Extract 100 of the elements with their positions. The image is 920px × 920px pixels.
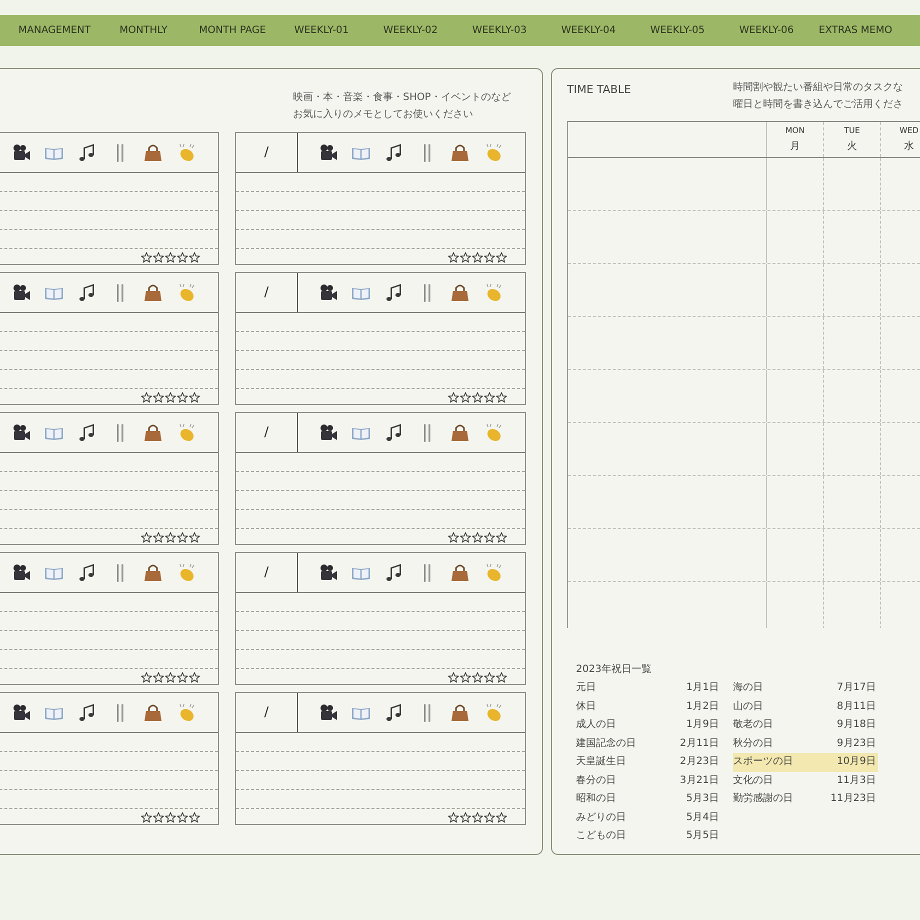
star-icon[interactable] (153, 672, 164, 683)
movie-camera-icon[interactable] (11, 282, 31, 302)
star-icon[interactable] (484, 812, 495, 823)
nav-tab[interactable]: WEEKLY-04 (544, 25, 633, 36)
handbag-icon[interactable] (450, 702, 470, 722)
handbag-icon[interactable] (143, 142, 163, 162)
fork-knife-icon[interactable] (115, 422, 125, 442)
nav-tab[interactable]: WEEKLY-02 (366, 25, 455, 36)
star-icon[interactable] (448, 392, 459, 403)
fork-knife-icon[interactable] (115, 282, 125, 302)
handbag-icon[interactable] (143, 282, 163, 302)
star-icon[interactable] (177, 532, 188, 543)
nav-tab[interactable]: EXTRAS MEMO (811, 25, 900, 36)
movie-camera-icon[interactable] (318, 282, 338, 302)
star-icon[interactable] (460, 812, 471, 823)
star-icon[interactable] (484, 252, 495, 263)
star-icon[interactable] (177, 392, 188, 403)
star-icon[interactable] (141, 672, 152, 683)
star-icon[interactable] (448, 532, 459, 543)
date-field[interactable]: / (236, 413, 298, 452)
music-notes-icon[interactable] (384, 562, 404, 582)
star-icon[interactable] (141, 812, 152, 823)
nav-tab[interactable]: MANAGEMENT (10, 25, 99, 36)
handbag-icon[interactable] (450, 282, 470, 302)
star-icon[interactable] (141, 532, 152, 543)
fork-knife-icon[interactable] (115, 562, 125, 582)
date-field[interactable]: / (236, 693, 298, 732)
movie-camera-icon[interactable] (318, 702, 338, 722)
date-field[interactable]: / (236, 553, 298, 592)
star-icon[interactable] (177, 672, 188, 683)
handbag-icon[interactable] (450, 422, 470, 442)
fork-knife-icon[interactable] (115, 142, 125, 162)
handbag-icon[interactable] (143, 422, 163, 442)
nav-tab[interactable]: WEEKLY-01 (277, 25, 366, 36)
star-icon[interactable] (472, 672, 483, 683)
star-icon[interactable] (460, 392, 471, 403)
star-icon[interactable] (165, 672, 176, 683)
movie-camera-icon[interactable] (318, 422, 338, 442)
music-notes-icon[interactable] (384, 422, 404, 442)
star-icon[interactable] (153, 392, 164, 403)
fork-knife-icon[interactable] (422, 142, 432, 162)
star-icon[interactable] (165, 532, 176, 543)
star-icon[interactable] (141, 252, 152, 263)
star-icon[interactable] (189, 672, 200, 683)
nav-tab[interactable]: WEEKLY-06 (722, 25, 811, 36)
star-icon[interactable] (472, 392, 483, 403)
star-icon[interactable] (496, 392, 507, 403)
music-notes-icon[interactable] (384, 142, 404, 162)
handbag-icon[interactable] (143, 702, 163, 722)
music-notes-icon[interactable] (77, 282, 97, 302)
star-icon[interactable] (177, 812, 188, 823)
star-icon[interactable] (484, 672, 495, 683)
nav-tab[interactable]: MONTH PAGE (188, 25, 277, 36)
movie-camera-icon[interactable] (318, 562, 338, 582)
music-notes-icon[interactable] (77, 562, 97, 582)
star-icon[interactable] (472, 532, 483, 543)
star-icon[interactable] (484, 392, 495, 403)
star-icon[interactable] (448, 672, 459, 683)
music-notes-icon[interactable] (384, 282, 404, 302)
star-icon[interactable] (165, 392, 176, 403)
star-icon[interactable] (496, 532, 507, 543)
fork-knife-icon[interactable] (115, 702, 125, 722)
star-icon[interactable] (165, 252, 176, 263)
music-notes-icon[interactable] (384, 702, 404, 722)
nav-tab[interactable]: MONTHLY (99, 25, 188, 36)
date-field[interactable]: / (236, 133, 298, 172)
star-icon[interactable] (496, 812, 507, 823)
movie-camera-icon[interactable] (11, 142, 31, 162)
star-icon[interactable] (153, 532, 164, 543)
music-notes-icon[interactable] (77, 142, 97, 162)
star-icon[interactable] (472, 252, 483, 263)
star-icon[interactable] (153, 252, 164, 263)
star-icon[interactable] (460, 252, 471, 263)
star-icon[interactable] (189, 252, 200, 263)
star-icon[interactable] (189, 392, 200, 403)
date-field[interactable]: / (236, 273, 298, 312)
movie-camera-icon[interactable] (11, 702, 31, 722)
fork-knife-icon[interactable] (422, 282, 432, 302)
star-icon[interactable] (448, 812, 459, 823)
fork-knife-icon[interactable] (422, 422, 432, 442)
star-icon[interactable] (484, 532, 495, 543)
handbag-icon[interactable] (450, 142, 470, 162)
fork-knife-icon[interactable] (422, 562, 432, 582)
movie-camera-icon[interactable] (318, 142, 338, 162)
handbag-icon[interactable] (450, 562, 470, 582)
star-icon[interactable] (189, 532, 200, 543)
music-notes-icon[interactable] (77, 422, 97, 442)
star-icon[interactable] (460, 672, 471, 683)
star-icon[interactable] (177, 252, 188, 263)
nav-tab[interactable]: WEEKLY-03 (455, 25, 544, 36)
movie-camera-icon[interactable] (11, 562, 31, 582)
star-icon[interactable] (153, 812, 164, 823)
fork-knife-icon[interactable] (422, 702, 432, 722)
movie-camera-icon[interactable] (11, 422, 31, 442)
handbag-icon[interactable] (143, 562, 163, 582)
star-icon[interactable] (189, 812, 200, 823)
star-icon[interactable] (472, 812, 483, 823)
star-icon[interactable] (165, 812, 176, 823)
nav-tab[interactable]: WEEKLY-05 (633, 25, 722, 36)
star-icon[interactable] (460, 532, 471, 543)
